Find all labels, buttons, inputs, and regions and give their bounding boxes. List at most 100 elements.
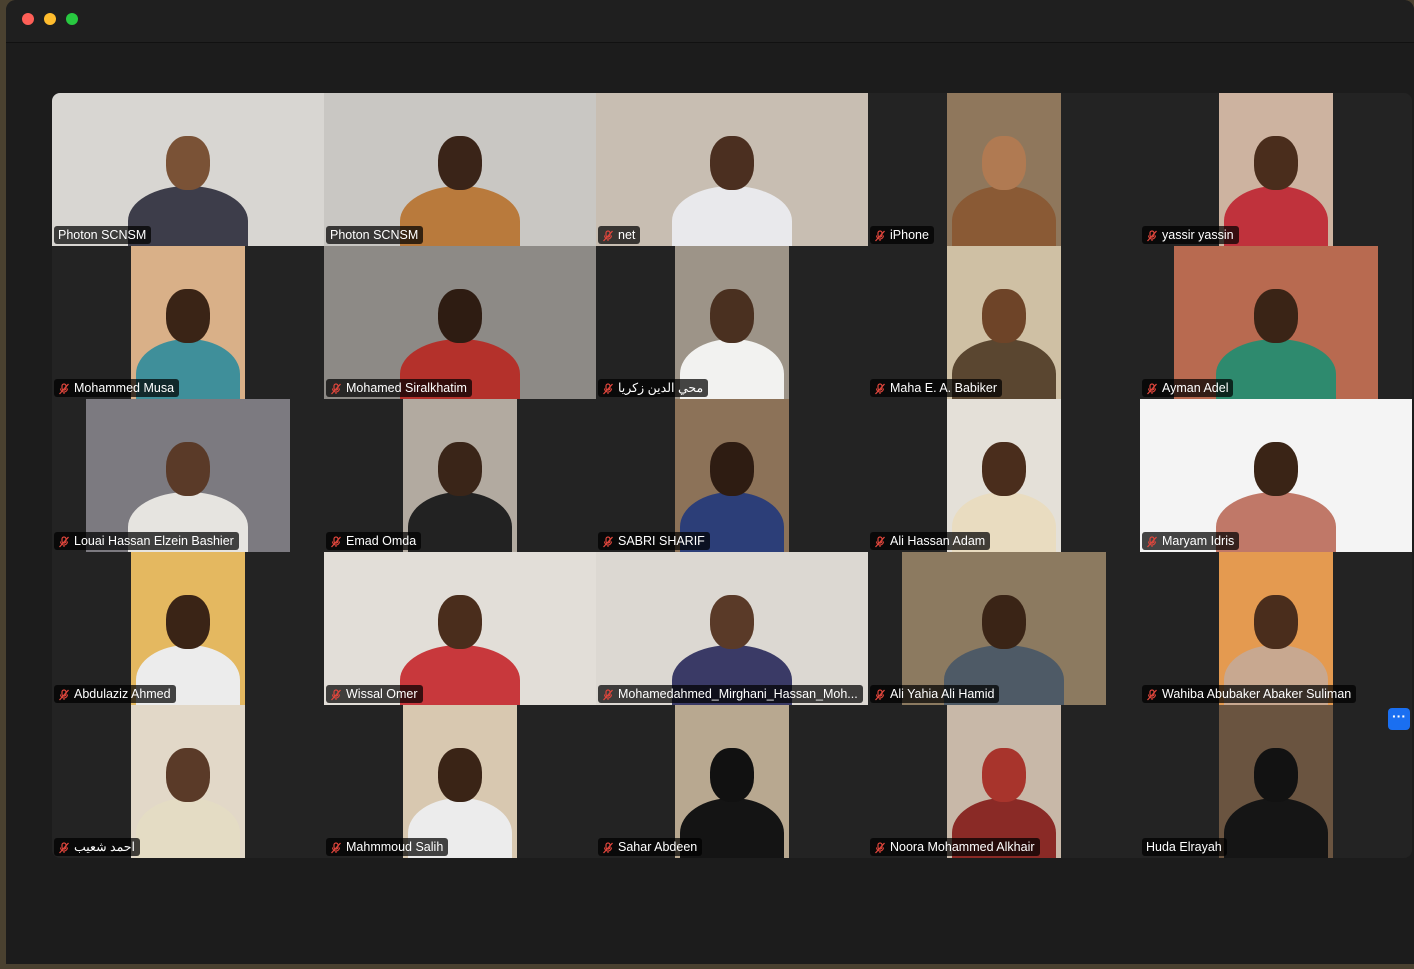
participant-tile[interactable]: Mohammed Musa [52,246,324,399]
participant-nameplate: Louai Hassan Elzein Bashier [54,532,239,550]
person-head [166,441,210,496]
participant-name: Abdulaziz Ahmed [74,687,171,701]
participant-name: Mahmmoud Salih [346,840,444,854]
participant-name: Photon SCNSM [330,228,419,242]
participant-tile[interactable]: SABRI SHARIF [596,399,868,552]
person-head [1254,594,1298,649]
participant-tile[interactable]: محي الدين زكريا [596,246,868,399]
gallery-view-grid: Photon SCNSM Photon SCNSM net iPhone yassir … [52,93,1412,858]
participant-video [131,552,245,705]
person-head [1254,747,1298,802]
participant-tile[interactable]: Wissal Omer [324,552,596,705]
muted-mic-icon [874,382,886,395]
participant-tile[interactable]: net [596,93,868,246]
participant-video [947,399,1061,552]
participant-video [1174,246,1378,399]
person-head [710,747,754,802]
title-bar [6,0,1414,43]
participant-tile[interactable]: Mohamed Siralkhatim [324,246,596,399]
participant-nameplate: Maha E. A. Babiker [870,379,1003,397]
participant-name: Louai Hassan Elzein Bashier [74,534,234,548]
muted-mic-icon [330,841,342,854]
zoom-window-button[interactable] [66,13,78,25]
participant-tile[interactable]: iPhone [868,93,1140,246]
muted-mic-icon [874,229,886,242]
participant-name: Maha E. A. Babiker [890,381,998,395]
person-head [982,135,1026,190]
person-head [438,135,482,190]
participant-tile[interactable]: Emad Omda [324,399,596,552]
participant-video [947,705,1061,858]
participant-tile[interactable]: Abdulaziz Ahmed [52,552,324,705]
minimize-window-button[interactable] [44,13,56,25]
person-head [710,594,754,649]
participant-nameplate: SABRI SHARIF [598,532,710,550]
participant-tile[interactable]: احمد شعيب [52,705,324,858]
participant-name: Emad Omda [346,534,417,548]
muted-mic-icon [330,382,342,395]
participant-name: Photon SCNSM [58,228,147,242]
participant-name: Maryam Idris [1162,534,1235,548]
participant-tile[interactable]: Photon SCNSM [324,93,596,246]
muted-mic-icon [58,535,70,548]
participant-tile[interactable]: Ali Yahia Ali Hamid [868,552,1140,705]
participant-nameplate: Ali Yahia Ali Hamid [870,685,1000,703]
participant-tile[interactable]: Noora Mohammed Alkhair [868,705,1140,858]
participant-name: Mohamed Siralkhatim [346,381,467,395]
participant-tile[interactable]: Mohamedahmed_Mirghani_Hassan_Moh... [596,552,868,705]
participant-tile[interactable]: Ali Hassan Adam [868,399,1140,552]
participant-tile[interactable]: Sahar Abdeen [596,705,868,858]
participant-nameplate: Photon SCNSM [54,226,152,244]
participant-nameplate: net [598,226,641,244]
person-head [438,288,482,343]
participant-nameplate: Mahmmoud Salih [326,838,449,856]
person-head [982,288,1026,343]
participant-nameplate: Wissal Omer [326,685,423,703]
person-head [166,747,210,802]
person-head [710,288,754,343]
participant-tile[interactable]: Louai Hassan Elzein Bashier [52,399,324,552]
participant-tile[interactable]: yassir yassin [1140,93,1412,246]
participant-video [403,705,517,858]
person-head [438,747,482,802]
person-head [982,441,1026,496]
muted-mic-icon [874,841,886,854]
participant-tile[interactable]: Ayman Adel [1140,246,1412,399]
participant-video [1219,552,1333,705]
participant-video [902,552,1106,705]
participant-name: محي الدين زكريا [618,381,704,395]
muted-mic-icon [1146,382,1158,395]
participant-name: Mohammed Musa [74,381,175,395]
participant-nameplate: iPhone [870,226,934,244]
participant-nameplate: محي الدين زكريا [598,379,709,397]
muted-mic-icon [1146,688,1158,701]
zoom-window: Photon SCNSM Photon SCNSM net iPhone yassir … [6,0,1414,964]
participant-name: Ayman Adel [1162,381,1229,395]
participant-video [324,552,596,705]
participant-video [131,705,245,858]
muted-mic-icon [602,382,614,395]
participant-video [1140,399,1412,552]
close-window-button[interactable] [22,13,34,25]
participant-tile[interactable]: Huda Elrayah ··· [1140,705,1412,858]
participant-name: Wissal Omer [346,687,418,701]
meeting-content: Photon SCNSM Photon SCNSM net iPhone yassir … [6,43,1414,964]
muted-mic-icon [602,535,614,548]
participant-tile[interactable]: Mahmmoud Salih [324,705,596,858]
participant-tile[interactable]: Maha E. A. Babiker [868,246,1140,399]
person-head [166,594,210,649]
participant-nameplate: yassir yassin [1142,226,1239,244]
participant-tile[interactable]: Wahiba Abubaker Abaker Suliman [1140,552,1412,705]
participant-video [324,246,596,399]
participant-video [947,246,1061,399]
more-options-button[interactable]: ··· [1388,708,1410,730]
person-head [166,135,210,190]
participant-nameplate: Mohammed Musa [54,379,180,397]
participant-name: SABRI SHARIF [618,534,705,548]
participant-video [675,399,789,552]
participant-tile[interactable]: Photon SCNSM [52,93,324,246]
participant-tile[interactable]: Maryam Idris [1140,399,1412,552]
person-silhouette [1224,186,1328,246]
participant-nameplate: Mohamed Siralkhatim [326,379,472,397]
person-head [1254,135,1298,190]
